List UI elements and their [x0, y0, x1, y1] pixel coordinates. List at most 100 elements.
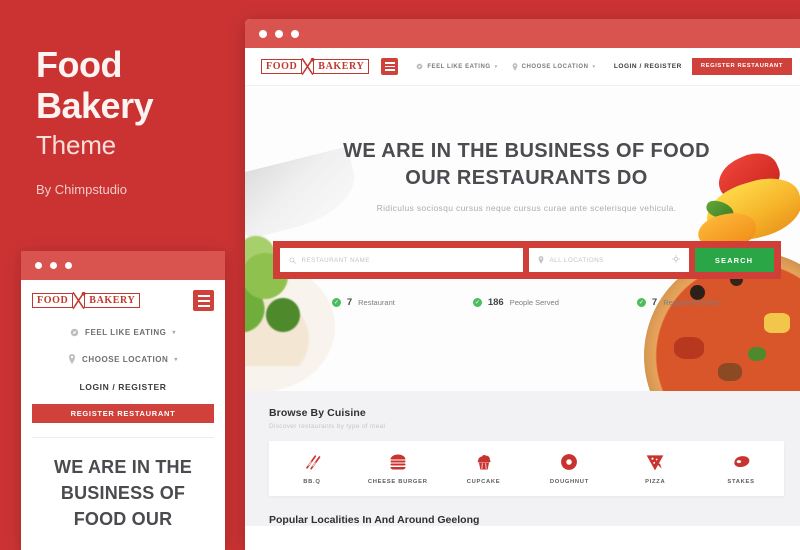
bbq-skewer-icon	[302, 452, 322, 472]
cuisine-section: Browse By Cuisine Discover restaurants b…	[245, 391, 800, 526]
compass-icon	[70, 328, 79, 337]
site-logo-food: FOOD	[261, 59, 303, 74]
chevron-down-icon: ▾	[174, 356, 178, 363]
promo-panel: Food Bakery Theme By Chimpstudio	[36, 44, 246, 197]
check-circle-icon: ✓	[331, 298, 341, 307]
stat-people-served: ✓ 186 People Served	[472, 297, 559, 308]
chevron-down-icon: ▾	[494, 63, 498, 70]
browser-titlebar	[245, 19, 800, 48]
pin-icon	[538, 256, 543, 264]
mobile-logo[interactable]: FOOD BAKERY	[32, 291, 141, 310]
cuisine-item-stakes[interactable]: STAKES	[698, 452, 784, 485]
pizza-meat	[718, 363, 742, 381]
browser-window: FOOD BAKERY FEEL LIKE EATING ▾ CHOOSE LO…	[245, 19, 800, 550]
stat-value-1: 186	[487, 297, 504, 308]
cuisine-item-cupcake[interactable]: CUPCAKE	[441, 452, 527, 485]
mobile-nav-label-0: FEEL LIKE EATING	[85, 328, 167, 337]
mobile-login-register-link[interactable]: LOGIN / REGISTER	[32, 382, 214, 392]
window-dot-minimize[interactable]	[275, 29, 283, 38]
promo-title-line1: Food	[36, 44, 122, 85]
hero-title-line2: OUR RESTAURANTS DO	[405, 167, 648, 189]
promo-author: By Chimpstudio	[36, 182, 128, 197]
mobile-nav-feel-like-eating[interactable]: FEEL LIKE EATING ▾	[32, 328, 214, 337]
mobile-logo-bakery: BAKERY	[84, 293, 141, 308]
stat-label-1: People Served	[509, 298, 559, 307]
cuisine-item-cheese-burger[interactable]: CHEESE BURGER	[355, 452, 441, 485]
search-input-restaurant[interactable]: RESTAURANT NAME	[279, 248, 523, 272]
window-dot-maximize[interactable]	[65, 262, 72, 269]
search-bar: RESTAURANT NAME ALL LOCATIONS SEARCH	[272, 241, 781, 279]
stat-label-2: Registered Users	[663, 298, 722, 307]
cuisine-item-doughnut[interactable]: DOUGHNUT	[526, 452, 612, 485]
stat-value-0: 7	[346, 297, 353, 308]
header-actions: LOGIN / REGISTER REGISTER RESTAURANT	[614, 57, 792, 76]
window-dot-minimize[interactable]	[50, 262, 57, 269]
chevron-down-icon: ▾	[592, 63, 596, 70]
search-input-location-placeholder: ALL LOCATIONS	[549, 256, 604, 264]
search-input-restaurant-placeholder: RESTAURANT NAME	[301, 256, 370, 264]
mobile-nav-label-1: CHOOSE LOCATION	[82, 354, 169, 364]
promo-subtitle: Theme	[36, 130, 116, 160]
pin-icon	[512, 62, 518, 71]
pizza-cheese	[764, 313, 790, 333]
stat-value-2: 7	[651, 297, 658, 308]
cuisine-label-0: BB.Q	[303, 479, 321, 485]
pizza-sauce	[674, 337, 704, 359]
cuisine-label-3: DOUGHNUT	[549, 479, 589, 485]
cuisine-section-subtitle: Discover restaurants by type of meal	[269, 423, 386, 430]
hero-title-line1: WE ARE IN THE BUSINESS OF FOOD	[343, 140, 710, 162]
doughnut-icon	[559, 452, 579, 472]
stat-restaurant: ✓ 7 Restaurant	[331, 297, 395, 308]
chevron-down-icon: ▾	[172, 330, 176, 336]
window-dot-close[interactable]	[259, 29, 267, 38]
hero-subtitle: Ridiculus sociosqu cursus neque cursus c…	[376, 203, 677, 213]
check-circle-icon: ✓	[636, 298, 646, 307]
cuisine-label-4: PIZZA	[645, 479, 666, 485]
site-header: FOOD BAKERY FEEL LIKE EATING ▾ CHOOSE LO…	[245, 48, 800, 86]
hamburger-icon[interactable]	[381, 58, 399, 75]
screenshot-root: Food Bakery Theme By Chimpstudio FOOD BA…	[0, 0, 800, 550]
site-logo[interactable]: FOOD BAKERY	[261, 57, 370, 76]
localities-section-title: Popular Localities In And Around Geelong	[269, 514, 480, 526]
pizza-icon	[645, 452, 665, 472]
steak-icon	[731, 452, 751, 472]
cuisine-label-5: STAKES	[727, 479, 755, 485]
window-dot-maximize[interactable]	[291, 29, 299, 38]
cuisine-item-pizza[interactable]: PIZZA	[612, 452, 698, 485]
crossed-utensils-icon	[299, 57, 316, 76]
mobile-register-restaurant-button[interactable]: REGISTER RESTAURANT	[32, 404, 214, 423]
nav-choose-location[interactable]: CHOOSE LOCATION ▾	[512, 62, 596, 71]
search-icon	[288, 256, 296, 264]
site-nav: FEEL LIKE EATING ▾ CHOOSE LOCATION ▾	[416, 62, 596, 71]
hero-content: WE ARE IN THE BUSINESS OF FOOD OUR RESTA…	[245, 86, 800, 213]
pizza-herb	[748, 347, 766, 361]
site-logo-bakery: BAKERY	[313, 59, 370, 74]
mobile-logo-food: FOOD	[32, 293, 74, 308]
cuisine-section-title: Browse By Cuisine	[269, 407, 366, 419]
nav-label-0: FEEL LIKE EATING	[427, 63, 491, 70]
stat-registered-users: ✓ 7 Registered Users	[636, 297, 722, 308]
check-circle-icon: ✓	[472, 298, 482, 307]
window-dot-close[interactable]	[35, 262, 42, 269]
login-register-link[interactable]: LOGIN / REGISTER	[614, 63, 682, 70]
register-restaurant-button[interactable]: REGISTER RESTAURANT	[691, 57, 792, 76]
hamburger-icon[interactable]	[193, 290, 214, 311]
compass-icon	[416, 63, 423, 70]
mobile-titlebar	[21, 251, 225, 280]
cuisine-label-1: CHEESE BURGER	[367, 479, 428, 485]
crosshair-icon[interactable]	[671, 254, 680, 265]
mobile-nav-choose-location[interactable]: CHOOSE LOCATION ▾	[32, 354, 214, 364]
stat-label-0: Restaurant	[358, 298, 395, 307]
nav-feel-like-eating[interactable]: FEEL LIKE EATING ▾	[416, 63, 497, 70]
search-button[interactable]: SEARCH	[694, 248, 774, 272]
crossed-utensils-icon	[70, 291, 87, 310]
mobile-hero-title: WE ARE IN THE BUSINESS OF FOOD OUR	[54, 457, 192, 529]
cuisine-item-bbq[interactable]: BB.Q	[269, 452, 355, 485]
cuisine-card: BB.Q CHEESE BURGER CUPCAKE DOUGHNUT PIZZ…	[269, 441, 784, 496]
hero-decor-vegetables	[245, 216, 361, 366]
burger-icon	[388, 452, 408, 472]
cupcake-icon	[474, 452, 494, 472]
promo-title-line2: Bakery	[36, 85, 154, 126]
stats-row: ✓ 7 Restaurant ✓ 186 People Served ✓ 7 R…	[245, 297, 800, 308]
search-input-location[interactable]: ALL LOCATIONS	[528, 248, 689, 272]
